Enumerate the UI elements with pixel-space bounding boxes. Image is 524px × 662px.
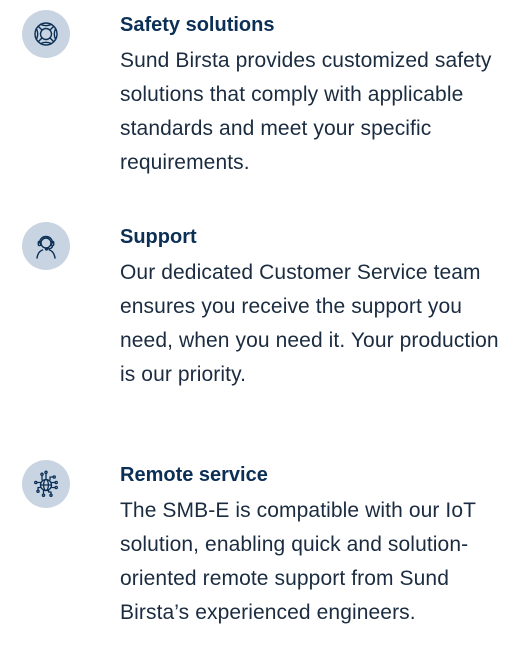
lifebuoy-icon bbox=[22, 10, 70, 58]
feature-title: Support bbox=[120, 226, 197, 248]
headset-support-icon bbox=[22, 222, 70, 270]
globe-network-icon bbox=[22, 460, 70, 508]
feature-description: Our dedicated Customer Service team ensu… bbox=[120, 261, 499, 386]
feature-title: Remote service bbox=[120, 464, 268, 486]
feature-description: Sund Birsta provides customized safety s… bbox=[120, 49, 492, 174]
feature-title: Safety solutions bbox=[120, 14, 275, 36]
feature-description: The SMB-E is compatible with our IoT sol… bbox=[120, 499, 476, 624]
